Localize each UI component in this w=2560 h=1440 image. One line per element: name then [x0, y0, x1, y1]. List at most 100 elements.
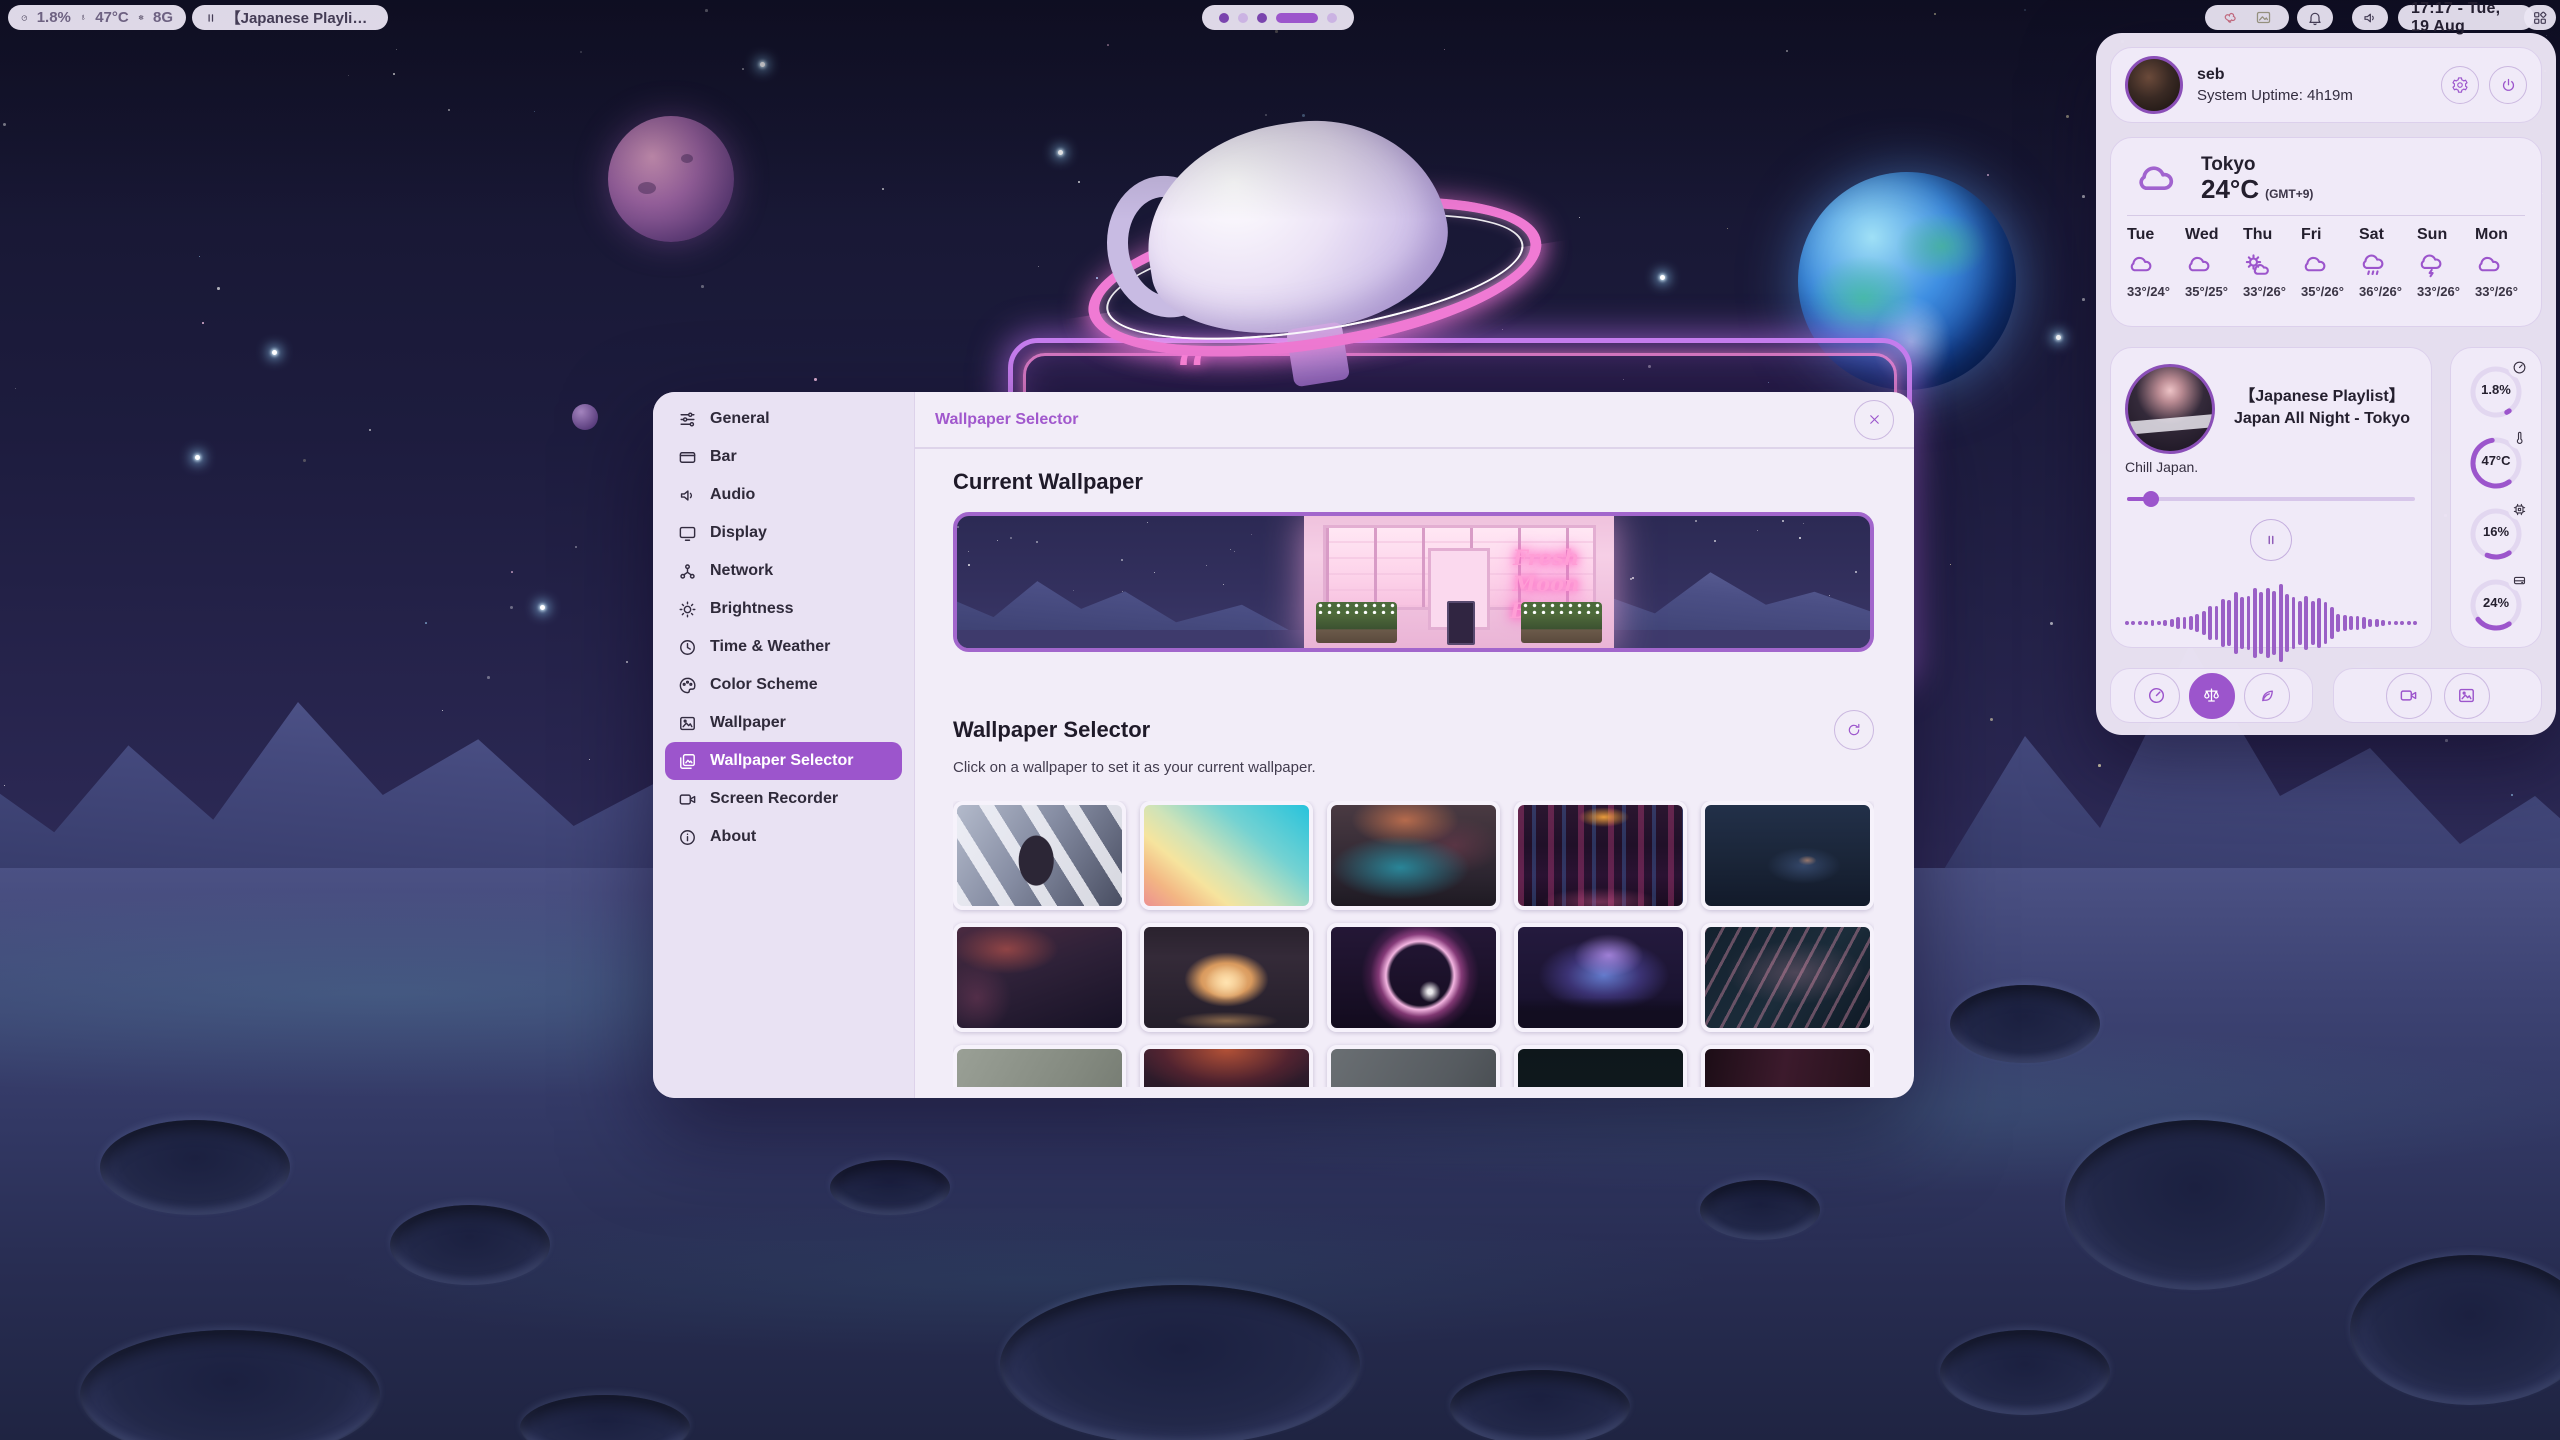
- sparkle-star: [2056, 335, 2061, 340]
- wallpaper-thumbnail[interactable]: [1140, 923, 1313, 1032]
- waveform-bar: [2138, 621, 2142, 625]
- sidebar-item-general[interactable]: General: [665, 400, 902, 438]
- display-icon: [678, 524, 697, 543]
- wallpaper-thumbnail[interactable]: [1140, 801, 1313, 910]
- sidebar-item-wallpaper[interactable]: Wallpaper: [665, 704, 902, 742]
- waveform-bar: [2189, 616, 2193, 630]
- wallpaper-thumbnail[interactable]: [953, 1045, 1126, 1087]
- clock-pill[interactable]: 17:17 - Tue, 19 Aug: [2398, 5, 2534, 30]
- sidebar-item-brightness[interactable]: Brightness: [665, 590, 902, 628]
- wallpaper-thumbnail[interactable]: [953, 801, 1126, 910]
- sidebar-item-time-weather[interactable]: Time & Weather: [665, 628, 902, 666]
- speedometer-icon: [21, 10, 28, 26]
- system-stats-pill[interactable]: 1.8% 47°C 8G: [8, 5, 186, 30]
- wallpaper-thumbnail[interactable]: [1514, 923, 1687, 1032]
- desktop: “ 1.8% 47°C 8G 【Japanese Playlist】 J...: [0, 0, 2560, 1440]
- wallpaper-thumbnail[interactable]: [1140, 1045, 1313, 1087]
- powersave-mode-button[interactable]: [2244, 673, 2290, 719]
- volume-button[interactable]: [2352, 5, 2388, 30]
- star: [510, 606, 513, 609]
- crater: [100, 1120, 290, 1215]
- wallpaper-thumbnail[interactable]: [953, 923, 1126, 1032]
- star: [701, 285, 704, 288]
- network-icon: [678, 562, 697, 581]
- forecast-day: Wed 35°/25°: [2185, 226, 2239, 299]
- tray-app-icon[interactable]: [2222, 9, 2239, 26]
- star: [442, 710, 443, 711]
- power-button[interactable]: [2489, 66, 2527, 104]
- sidebar-item-display[interactable]: Display: [665, 514, 902, 552]
- wallpaper-thumbnail[interactable]: [1327, 923, 1500, 1032]
- sidebar-item-screen-recorder[interactable]: Screen Recorder: [665, 780, 902, 818]
- workspace-dot[interactable]: [1238, 13, 1248, 23]
- workspace-dot[interactable]: [1327, 13, 1337, 23]
- screen-record-button[interactable]: [2386, 673, 2432, 719]
- system-tray-pill[interactable]: [2205, 5, 2289, 30]
- wallpaper-selector-subtitle: Click on a wallpaper to set it as your c…: [953, 759, 1874, 776]
- performance-mode-button[interactable]: [2134, 673, 2180, 719]
- sidebar-item-color-scheme[interactable]: Color Scheme: [665, 666, 902, 704]
- workspace-indicator[interactable]: [1202, 5, 1354, 30]
- wallpaper-grid: [953, 801, 1874, 1087]
- waveform-bar: [2324, 602, 2328, 644]
- pause-icon: [2264, 533, 2278, 547]
- workspace-dot-active[interactable]: [1276, 13, 1318, 23]
- workspace-dot[interactable]: [1257, 13, 1267, 23]
- slider-thumb[interactable]: [2143, 491, 2159, 507]
- close-button[interactable]: [1854, 400, 1894, 440]
- wallpaper-thumbnail[interactable]: [1514, 801, 1687, 910]
- divider: [2127, 215, 2525, 216]
- star: [4, 785, 5, 786]
- sidebar-label: Screen Recorder: [710, 790, 838, 808]
- wallpaper-thumbnail[interactable]: [1701, 1045, 1874, 1087]
- star: [1803, 523, 1804, 524]
- media-progress-slider[interactable]: [2125, 491, 2417, 507]
- sidebar-label: Brightness: [710, 600, 794, 618]
- tray-image-icon[interactable]: [2255, 9, 2272, 26]
- sidebar-item-audio[interactable]: Audio: [665, 476, 902, 514]
- notifications-button[interactable]: [2297, 5, 2333, 30]
- wallpaper-thumbnail[interactable]: [1514, 1045, 1687, 1087]
- app-launcher-button[interactable]: [2524, 5, 2556, 30]
- sidebar-item-wallpaper-selector[interactable]: Wallpaper Selector: [665, 742, 902, 780]
- media-title: 【Japanese Playlist】 J...: [226, 7, 375, 28]
- star: [1990, 718, 1993, 721]
- workspace-dot[interactable]: [1219, 13, 1229, 23]
- star: [997, 540, 998, 541]
- videocam-icon: [678, 790, 697, 809]
- play-pause-button[interactable]: [2250, 519, 2292, 561]
- waveform-bar: [2208, 606, 2212, 639]
- waveform-bar: [2253, 588, 2257, 658]
- star: [1122, 591, 1123, 592]
- audio-icon: [678, 486, 697, 505]
- wallpaper-thumbnail[interactable]: [1327, 1045, 1500, 1087]
- star: [1630, 578, 1632, 580]
- screenshot-button[interactable]: [2444, 673, 2490, 719]
- sidebar-item-about[interactable]: About: [665, 818, 902, 856]
- waveform-bar: [2247, 596, 2251, 650]
- sidebar-item-network[interactable]: Network: [665, 552, 902, 590]
- gear-icon: [2451, 76, 2469, 94]
- star: [1223, 584, 1224, 585]
- clock-text: 17:17 - Tue, 19 Aug: [2411, 0, 2521, 36]
- sidebar-label: About: [710, 828, 756, 846]
- star: [303, 459, 306, 462]
- username: seb: [2197, 66, 2353, 84]
- waveform-bar: [2292, 597, 2296, 649]
- star: [589, 759, 590, 760]
- wallpaper-thumbnail[interactable]: [1701, 923, 1874, 1032]
- thermometer-icon: [80, 10, 86, 25]
- forecast-day: Mon 33°/26°: [2475, 226, 2525, 299]
- mode-toggle-group: [2110, 668, 2313, 723]
- refresh-button[interactable]: [1834, 710, 1874, 750]
- user-card: seb System Uptime: 4h19m: [2110, 47, 2542, 123]
- forecast-day: Sat 36°/26°: [2359, 226, 2413, 299]
- settings-button[interactable]: [2441, 66, 2479, 104]
- sidebar-item-bar[interactable]: Bar: [665, 438, 902, 476]
- star: [2445, 739, 2448, 742]
- balanced-mode-button[interactable]: [2189, 673, 2235, 719]
- wallpaper-thumbnail[interactable]: [1327, 801, 1500, 910]
- star: [1154, 572, 1155, 573]
- media-pill[interactable]: 【Japanese Playlist】 J...: [192, 5, 388, 30]
- wallpaper-thumbnail[interactable]: [1701, 801, 1874, 910]
